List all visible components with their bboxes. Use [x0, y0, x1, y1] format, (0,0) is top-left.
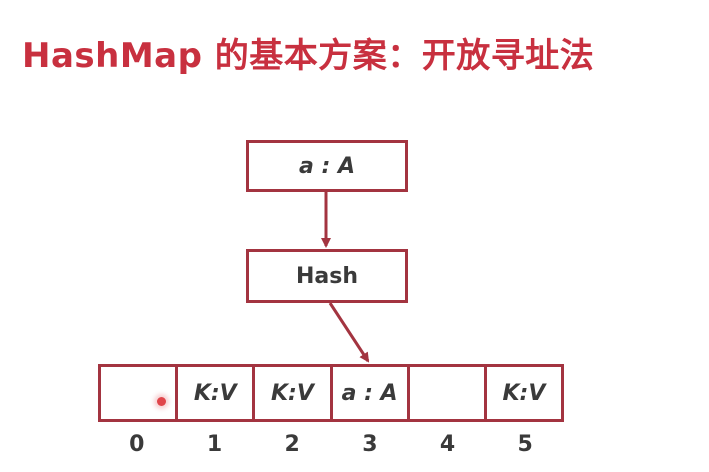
bucket-index-0: 0 — [129, 432, 145, 457]
bucket-array: K:V K:V a : A K:V — [98, 364, 564, 422]
bucket-cell-5: K:V — [502, 380, 546, 406]
bucket-cell-1: K:V — [178, 367, 256, 419]
bucket-cell-0 — [101, 367, 179, 419]
key-value-box: a : A — [246, 140, 408, 192]
bucket-index-2: 2 — [284, 432, 300, 457]
bucket-index-4: 4 — [439, 432, 456, 457]
bucket-cell-3: a : A — [333, 367, 410, 419]
hash-function-box: Hash — [246, 249, 408, 303]
hash-to-bucket-arrow — [328, 302, 370, 363]
pointer-cursor-icon — [157, 397, 166, 406]
bucket-index-3: 3 — [362, 432, 378, 457]
bucket-index-1: 1 — [206, 432, 223, 457]
bucket-cell-2: K:V — [255, 367, 333, 419]
hash-function-label: Hash — [295, 263, 358, 289]
bucket-index-row: 0 1 2 3 4 5 — [98, 432, 564, 457]
bucket-index-5: 5 — [517, 432, 533, 457]
bucket-cell-4 — [410, 367, 487, 419]
key-value-label: a : A — [299, 153, 355, 179]
